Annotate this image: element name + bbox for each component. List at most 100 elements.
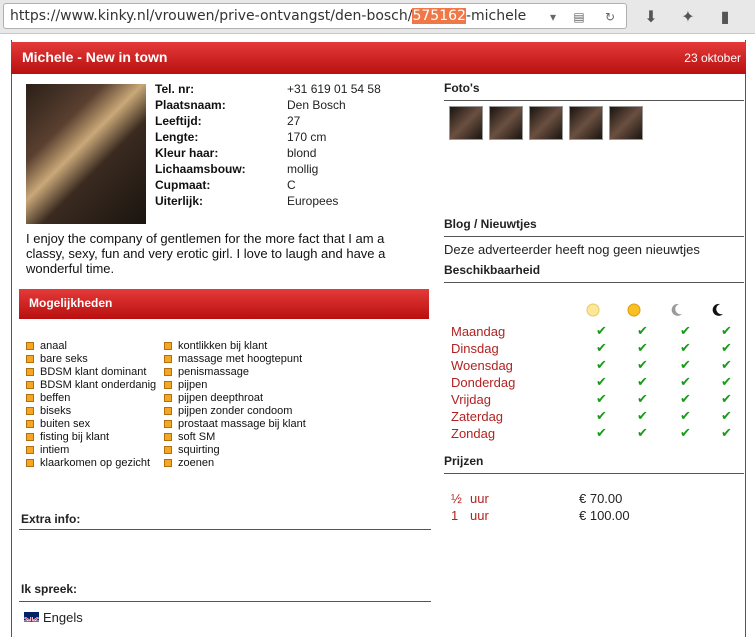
profile-date: 23 oktober (684, 51, 741, 65)
option-item: buiten sex (26, 418, 90, 430)
url-prefix: https://www.kinky.nl/vrouwen/prive-ontva… (10, 8, 413, 24)
day-label: Donderdag (451, 375, 516, 390)
profile-value: mollig (287, 162, 319, 176)
menu-icon[interactable]: ▮ (714, 6, 736, 28)
option-item: penismassage (164, 366, 249, 378)
profile-value: Den Bosch (287, 98, 346, 112)
day-label: Zondag (451, 426, 496, 441)
photo-thumbnail[interactable] (449, 106, 483, 140)
option-item: pijpen deepthroat (164, 392, 263, 404)
profile-value: C (287, 178, 296, 192)
option-label: soft SM (178, 431, 216, 443)
profile-key: Uiterlijk: (155, 194, 204, 208)
checkmark-icon: ✔ (680, 324, 691, 339)
checkmark-icon: ✔ (596, 341, 607, 356)
bullet-square-icon (26, 381, 34, 389)
day-label: Maandag (451, 324, 506, 339)
uk-flag-icon (24, 612, 39, 622)
bullet-square-icon (164, 394, 172, 402)
option-label: kontlikken bij klant (178, 340, 268, 352)
dropdown-arrow-icon[interactable]: ▾ (544, 8, 562, 26)
bullet-square-icon (164, 381, 172, 389)
afternoon-sun-icon (626, 302, 642, 318)
option-label: pijpen zonder condoom (178, 405, 293, 417)
checkmark-icon: ✔ (721, 426, 732, 441)
checkmark-icon: ✔ (721, 358, 732, 373)
night-moon-icon (710, 302, 726, 318)
blog-text: Deze adverteerder heeft nog geen nieuwtj… (444, 242, 700, 257)
url-text[interactable]: https://www.kinky.nl/vrouwen/prive-ontva… (10, 8, 526, 24)
option-item: bare seks (26, 353, 88, 365)
profile-key: Cupmaat: (155, 178, 211, 192)
price-value: € 100.00 (579, 508, 630, 523)
bullet-square-icon (26, 407, 34, 415)
bullet-square-icon (164, 355, 172, 363)
profile-key: Lengte: (155, 130, 199, 144)
mogelijkheden-header: Mogelijkheden (19, 289, 429, 319)
bullet-square-icon (164, 342, 172, 350)
option-item: biseks (26, 405, 71, 417)
option-item: pijpen (164, 379, 207, 391)
checkmark-icon: ✔ (721, 409, 732, 424)
profile-header: Michele - New in town 23 oktober (11, 42, 746, 74)
option-item: prostaat massage bij klant (164, 418, 306, 430)
option-label: intiem (40, 444, 70, 456)
divider (19, 529, 431, 530)
bullet-square-icon (164, 433, 172, 441)
checkmark-icon: ✔ (637, 358, 648, 373)
checkmark-icon: ✔ (680, 426, 691, 441)
day-label: Woensdag (451, 358, 513, 373)
day-label: Vrijdag (451, 392, 491, 407)
bullet-square-icon (26, 342, 34, 350)
reader-view-icon[interactable]: ▤ (570, 8, 588, 26)
checkmark-icon: ✔ (680, 392, 691, 407)
checkmark-icon: ✔ (637, 324, 648, 339)
photo-thumbnail[interactable] (569, 106, 603, 140)
bullet-square-icon (26, 394, 34, 402)
bullet-square-icon (164, 420, 172, 428)
profile-title: Michele - New in town (22, 49, 168, 65)
option-item: zoenen (164, 457, 214, 469)
profile-value: Europees (287, 194, 339, 208)
url-selected: 575162 (412, 8, 466, 24)
profile-photo[interactable] (26, 84, 146, 224)
checkmark-icon: ✔ (637, 392, 648, 407)
bullet-square-icon (26, 355, 34, 363)
checkmark-icon: ✔ (680, 375, 691, 390)
profile-value: 170 cm (287, 130, 327, 144)
photo-thumbnail[interactable] (529, 106, 563, 140)
bullet-square-icon (26, 459, 34, 467)
option-item: BDSM klant dominant (26, 366, 146, 378)
option-item: intiem (26, 444, 69, 456)
divider (444, 282, 744, 283)
divider (444, 100, 744, 101)
download-icon[interactable]: ⬇ (640, 6, 662, 28)
morning-sun-icon (585, 302, 601, 318)
option-item: pijpen zonder condoom (164, 405, 292, 417)
extension-icon[interactable]: ✦ (677, 6, 699, 28)
evening-moon-icon (669, 302, 685, 318)
url-bar[interactable]: https://www.kinky.nl/vrouwen/prive-ontva… (3, 3, 627, 29)
reload-icon[interactable]: ↻ (601, 8, 619, 26)
profile-key: Lichaamsbouw: (155, 162, 246, 176)
option-label: bare seks (40, 353, 88, 365)
checkmark-icon: ✔ (637, 409, 648, 424)
photo-thumbnail[interactable] (609, 106, 643, 140)
option-label: fisting bij klant (40, 431, 110, 443)
availability-title: Beschikbaarheid (444, 263, 541, 277)
photo-thumbnail[interactable] (489, 106, 523, 140)
option-label: anaal (40, 340, 67, 352)
option-label: pijpen deepthroat (178, 392, 264, 404)
divider (19, 601, 431, 602)
checkmark-icon: ✔ (721, 375, 732, 390)
checkmark-icon: ✔ (637, 375, 648, 390)
checkmark-icon: ✔ (596, 358, 607, 373)
option-label: massage met hoogtepunt (178, 353, 303, 365)
option-item: klaarkomen op gezicht (26, 457, 150, 469)
bullet-square-icon (26, 446, 34, 454)
bullet-square-icon (164, 368, 172, 376)
bullet-square-icon (164, 446, 172, 454)
option-label: pijpen (178, 379, 208, 391)
bullet-square-icon (26, 433, 34, 441)
checkmark-icon: ✔ (596, 375, 607, 390)
